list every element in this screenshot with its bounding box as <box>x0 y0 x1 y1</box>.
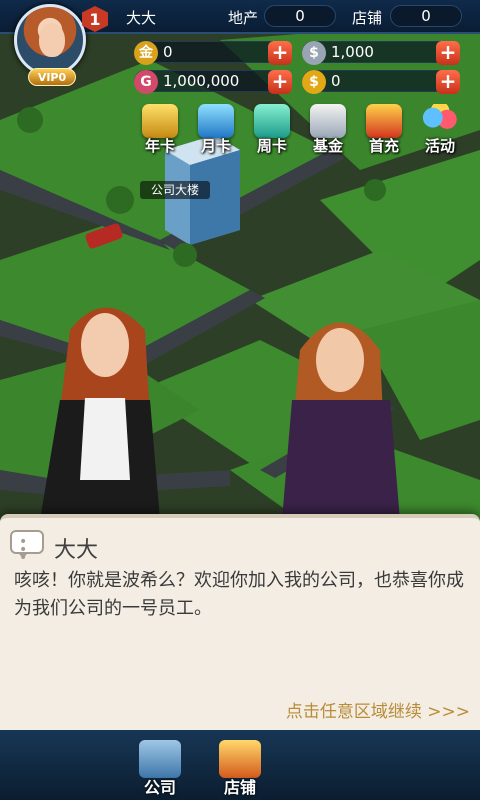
shop-icon <box>219 740 261 778</box>
gem-coin-icon: G <box>134 70 158 94</box>
event-first-recharge[interactable]: 首充 <box>358 104 410 158</box>
event-label: 年卡 <box>144 137 175 155</box>
bottom-nav-bar: 公司 店铺 <box>0 730 480 800</box>
dialogue-box[interactable]: • • • 大大 咳咳！你就是波希么？欢迎你加入我的公司，也恭喜你成为我们公司的… <box>0 514 480 730</box>
event-label: 基金 <box>312 137 343 155</box>
event-label: 月卡 <box>200 137 231 155</box>
event-label: 活动 <box>424 137 455 155</box>
events-balloons-icon <box>422 104 458 138</box>
gold-coin-icon: $ <box>302 70 326 94</box>
add-silver-coin-button[interactable]: + <box>436 41 460 65</box>
vip-badge[interactable]: VIP0 <box>28 68 76 86</box>
tab-shop-label: 店铺 <box>223 778 256 797</box>
gold-coin-value: 0 <box>331 72 341 90</box>
shop-count: 0 <box>390 5 462 27</box>
event-monthly-card[interactable]: 月卡 <box>190 104 242 158</box>
tab-company-label: 公司 <box>143 778 176 797</box>
silver-coin-value: 1,000 <box>331 43 374 61</box>
first-recharge-gift-icon <box>366 104 402 138</box>
fund-icon <box>310 104 346 138</box>
company-building-icon <box>139 740 181 778</box>
tap-to-continue-hint[interactable]: 点击任意区域继续 >>> <box>286 697 470 722</box>
silver-coin-resource: $ 1,000 + <box>302 41 460 65</box>
monthly-card-icon <box>198 104 234 138</box>
event-annual-card[interactable]: 年卡 <box>134 104 186 158</box>
add-gem-coin-button[interactable]: + <box>268 70 292 94</box>
gem-coin-resource: G 1,000,000 + <box>134 70 292 94</box>
player-name: 大大 <box>126 9 157 27</box>
land-label: 地产 <box>228 9 259 27</box>
event-shortcuts: 年卡 月卡 周卡 基金 首充 活动 <box>134 104 470 158</box>
annual-card-icon <box>142 104 178 138</box>
event-weekly-card[interactable]: 周卡 <box>246 104 298 158</box>
land-count: 0 <box>264 5 336 27</box>
add-gold-coin-button[interactable]: + <box>436 70 460 94</box>
add-gold-ingot-button[interactable]: + <box>268 41 292 65</box>
silver-coin-icon: $ <box>302 41 326 65</box>
gem-coin-value: 1,000,000 <box>163 72 240 90</box>
tab-shop[interactable]: 店铺 <box>208 736 272 800</box>
shop-label: 店铺 <box>352 9 383 27</box>
event-activities[interactable]: 活动 <box>414 104 466 158</box>
gold-ingot-icon: 金 <box>134 41 158 65</box>
event-label: 周卡 <box>256 137 287 155</box>
gold-ingot-resource: 金 0 + <box>134 41 292 65</box>
player-avatar[interactable] <box>14 4 86 76</box>
gold-coin-resource: $ 0 + <box>302 70 460 94</box>
gold-ingot-value: 0 <box>163 43 173 61</box>
dialogue-message: 咳咳！你就是波希么？欢迎你加入我的公司，也恭喜你成为我们公司的一号员工。 <box>14 570 464 619</box>
weekly-card-icon <box>254 104 290 138</box>
dialogue-speaker-name: 大大 <box>54 538 99 563</box>
event-label: 首充 <box>368 137 399 155</box>
tab-company[interactable]: 公司 <box>128 736 192 800</box>
chat-bubble-icon: • • • <box>10 530 44 565</box>
event-fund[interactable]: 基金 <box>302 104 354 158</box>
company-building-label[interactable]: 公司大楼 <box>140 181 210 199</box>
game-screen[interactable]: 1 VIP0 大大 地产 0 店铺 0 金 0 + $ 1,000 + G 1,… <box>0 0 480 800</box>
avatar-face <box>39 23 65 57</box>
